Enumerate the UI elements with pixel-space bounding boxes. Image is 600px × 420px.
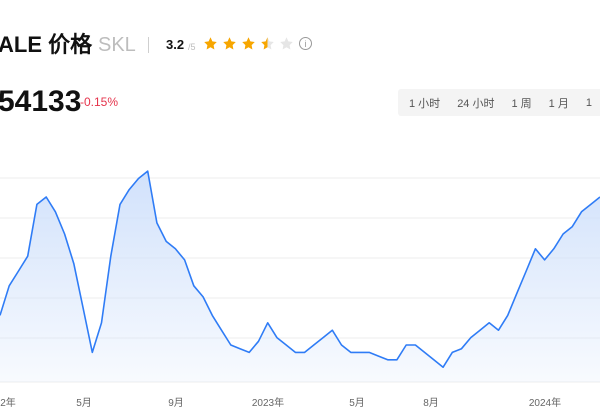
star-empty-icon (280, 37, 293, 50)
info-icon[interactable]: i (299, 37, 312, 50)
x-tick-label: 2年 (0, 396, 16, 409)
star-icon (242, 37, 255, 50)
timeframe-24h[interactable]: 24 小时 (457, 95, 494, 111)
rating-stars (203, 36, 298, 51)
timeframe-more[interactable]: 1 (586, 97, 592, 109)
x-tick-label: 2024年 (529, 396, 561, 409)
price-chart[interactable]: 2年 5月 9月 2023年 5月 8月 2024年 (0, 120, 600, 420)
x-tick-label: 5月 (76, 397, 92, 409)
timeframe-1m[interactable]: 1 月 (549, 95, 569, 111)
asset-symbol: SKL (98, 34, 136, 56)
x-tick-label: 8月 (423, 397, 439, 409)
timeframe-selector: 1 小时 24 小时 1 周 1 月 1 (398, 89, 600, 116)
price-change: -0.15% (80, 95, 119, 109)
header-divider (148, 37, 149, 53)
price-area-fill (0, 171, 600, 382)
star-half-icon (261, 37, 274, 50)
x-tick-label: 5月 (349, 397, 365, 409)
x-tick-label: 9月 (168, 397, 184, 409)
asset-title: ALE 价格 (0, 32, 93, 57)
current-price: 54133 (0, 85, 82, 118)
timeframe-1w[interactable]: 1 周 (511, 95, 531, 111)
star-icon (223, 37, 236, 50)
x-tick-label: 2023年 (252, 396, 284, 409)
star-icon (204, 37, 217, 50)
rating-value: 3.2 (166, 37, 185, 52)
rating-max: /5 (188, 42, 196, 52)
timeframe-1h[interactable]: 1 小时 (409, 95, 440, 111)
